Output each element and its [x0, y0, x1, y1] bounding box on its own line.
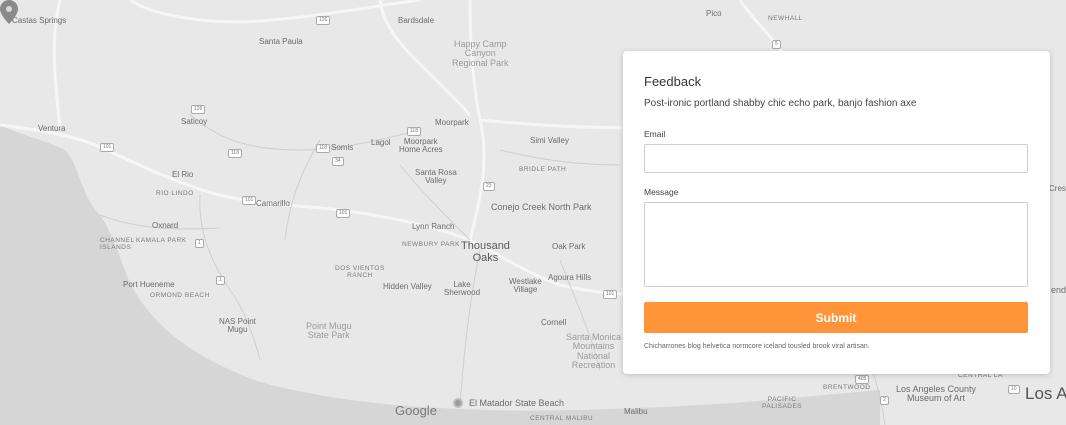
map-label: El Matador State Beach	[469, 398, 565, 408]
highway-shield: 101	[336, 209, 351, 218]
map-label: Santa Paula	[259, 37, 303, 46]
map-label: Ventura	[38, 124, 66, 133]
map-label: Cornell	[541, 318, 567, 327]
map-label: Conejo Creek North Park	[491, 202, 592, 212]
map-label: BRIDLE PATH	[519, 166, 567, 173]
poi-marker-icon[interactable]	[453, 398, 463, 408]
map-label: RIO LINDO	[156, 190, 194, 197]
map-label: NAS Point Mugu	[219, 317, 256, 335]
map-label: BRENTWOOD	[823, 384, 871, 391]
map-label: ORMOND BEACH	[150, 292, 210, 299]
highway-shield: 2	[880, 396, 889, 405]
map-label: Happy Camp Canyon Regional Park	[452, 39, 509, 68]
feedback-footnote: Chicharrones blog helvetica normcore ice…	[644, 343, 870, 350]
map-label: NEWBURY PARK	[402, 241, 461, 248]
map-label: DOS VIENTOS RANCH	[335, 265, 385, 279]
highway-shield: 10	[1008, 385, 1020, 394]
map-label: Los A	[1025, 384, 1066, 403]
highway-shield: 101	[603, 290, 618, 299]
highway-shield: 118	[316, 144, 330, 153]
map-label: Malibu	[624, 407, 648, 416]
map-label: Lake Sherwood	[444, 280, 481, 298]
map-label: Castas Springs	[12, 16, 67, 25]
highway-shield: 5	[772, 40, 781, 49]
feedback-description: Post-ironic portland shabby chic echo pa…	[644, 98, 917, 109]
email-label: Email	[644, 129, 666, 139]
map-label: Lagol	[371, 138, 391, 147]
map-label: Santa Monica Mountains National Recreati…	[566, 332, 622, 371]
highway-shield: 405	[855, 375, 870, 384]
highway-shield: 101	[242, 196, 257, 205]
map-label: PACIFIC PALISADES	[762, 396, 803, 410]
map-label: NEWHALL	[768, 15, 803, 22]
map-label: KAMALA PARK	[136, 237, 187, 244]
map-label: CENTRAL LA	[958, 372, 1003, 379]
highway-shield: 1	[195, 239, 204, 248]
map-label: end	[1051, 285, 1066, 295]
map-label: Hidden Valley	[383, 282, 432, 291]
email-field[interactable]	[644, 144, 1028, 173]
highway-shield: 126	[191, 105, 206, 114]
map-label: Point Mugu State Park	[306, 321, 352, 341]
google-logo: Google	[395, 403, 437, 418]
highway-shield: 1	[216, 276, 225, 285]
highway-shield: 23	[483, 182, 495, 191]
highway-shield: 126	[316, 16, 331, 25]
map-label: Bardsdale	[398, 16, 435, 25]
map-label: Westlake Village	[509, 277, 542, 295]
map-label: Santa Rosa Valley	[415, 168, 457, 186]
feedback-card: Feedback Post-ironic portland shabby chi…	[623, 51, 1050, 374]
highway-shield: 118	[228, 149, 242, 158]
map-label: Cres	[1049, 184, 1066, 193]
map-label: El Rio	[172, 170, 194, 179]
map-label: Agoura Hills	[548, 273, 592, 282]
highway-shield: 101	[100, 143, 115, 152]
feedback-title: Feedback	[644, 74, 702, 89]
map-label: Lynn Ranch	[412, 222, 455, 231]
map-label: Pico	[706, 9, 722, 18]
map-label: Oxnard	[152, 221, 179, 230]
map-label: Saticoy	[181, 117, 208, 126]
map-label: Port Hueneme	[123, 280, 175, 289]
highway-shield: 118	[407, 127, 421, 136]
message-label: Message	[644, 187, 679, 197]
map-marker-icon[interactable]	[0, 0, 18, 24]
map-label: CHANNEL ISLANDS	[100, 237, 135, 251]
map-label: Camarillo	[256, 199, 290, 208]
map-label: Thousand Oaks	[461, 240, 510, 264]
map-label: Oak Park	[552, 242, 586, 251]
map-label: Los Angeles County Museum of Art	[896, 384, 977, 404]
map-label: Somis	[331, 143, 354, 152]
highway-shield: 34	[332, 157, 344, 166]
map-label: Moorpark	[435, 118, 469, 127]
map-label: Simi Valley	[530, 136, 569, 145]
message-field[interactable]	[644, 202, 1028, 287]
map-label: Moorpark Home Acres	[399, 137, 443, 155]
submit-button[interactable]: Submit	[644, 302, 1028, 333]
map-label: CENTRAL MALIBU	[530, 415, 594, 422]
